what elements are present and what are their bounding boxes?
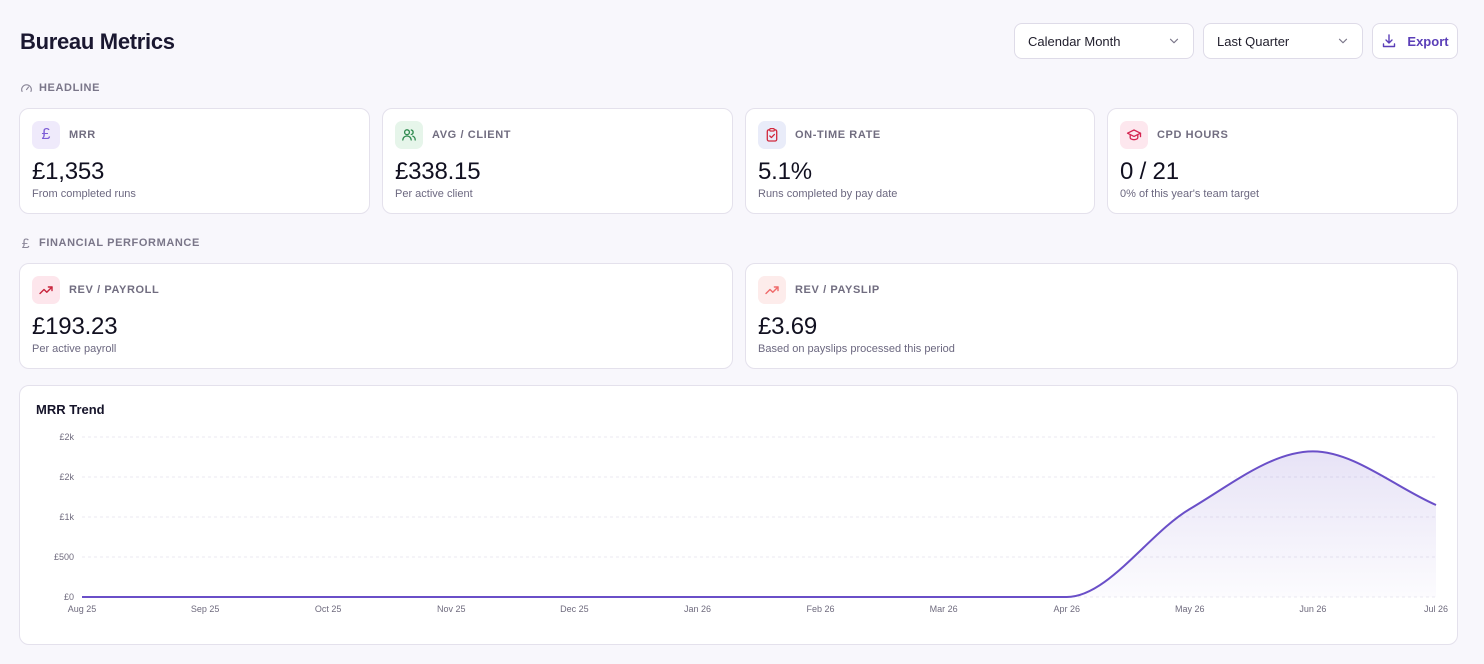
metric-subtext: 0% of this year's team target: [1120, 188, 1260, 200]
users-icon: [395, 121, 423, 149]
metric-card-cpd-hours: CPD HOURS 0 / 21 0% of this year's team …: [1107, 108, 1458, 214]
metric-label: REV / PAYROLL: [69, 284, 160, 296]
x-tick-label: Aug 25: [68, 604, 97, 614]
section-headline: HEADLINE: [19, 81, 100, 95]
range-select[interactable]: Last Quarter: [1203, 23, 1363, 59]
x-tick-label: Sep 25: [191, 604, 220, 614]
x-tick-label: May 26: [1175, 604, 1205, 614]
mrr-area: [82, 451, 1436, 597]
trending-up-icon: [32, 276, 60, 304]
export-button[interactable]: Export: [1372, 23, 1458, 59]
range-select-value: Last Quarter: [1217, 33, 1290, 49]
metric-subtext: Runs completed by pay date: [758, 188, 898, 200]
x-tick-label: Mar 26: [930, 604, 958, 614]
toolbar: Calendar Month Last Quarter Export: [1014, 23, 1458, 59]
y-tick-label: £1k: [59, 512, 74, 522]
metric-label: AVG / CLIENT: [432, 129, 512, 141]
y-tick-label: £500: [54, 552, 74, 562]
mrr-trend-card: MRR Trend £0 £500 £1k £2k £2k Aug 25 Sep 25 Oct…: [19, 385, 1458, 645]
metric-subtext: Based on payslips processed this period: [758, 343, 955, 355]
metric-label: CPD HOURS: [1157, 129, 1229, 141]
x-tick-label: Oct 25: [315, 604, 342, 614]
x-tick-label: Apr 26: [1053, 604, 1080, 614]
section-headline-label: HEADLINE: [39, 82, 101, 94]
metric-value: 0 / 21: [1120, 158, 1179, 185]
metric-card-rev-payroll: REV / PAYROLL £193.23 Per active payroll: [19, 263, 733, 369]
x-tick-label: Nov 25: [437, 604, 466, 614]
chevron-down-icon: [1169, 38, 1179, 44]
x-tick-label: Jan 26: [684, 604, 711, 614]
metric-card-mrr: £ MRR £1,353 From completed runs: [19, 108, 370, 214]
metric-value: £193.23: [32, 313, 118, 340]
period-select[interactable]: Calendar Month: [1014, 23, 1194, 59]
metric-subtext: From completed runs: [32, 188, 136, 200]
mrr-trend-chart: £0 £500 £1k £2k £2k Aug 25 Sep 25 Oct 25 Nov 25 D…: [54, 432, 1448, 614]
metric-card-rev-payslip: REV / PAYSLIP £3.69 Based on payslips pr…: [745, 263, 1458, 369]
chevron-down-icon: [1338, 38, 1348, 44]
y-tick-label: £2k: [59, 432, 74, 442]
y-tick-label: £2k: [59, 472, 74, 482]
x-tick-label: Jun 26: [1299, 604, 1326, 614]
pound-icon: £: [21, 235, 31, 251]
x-tick-label: Dec 25: [560, 604, 589, 614]
metric-value: £1,353: [32, 158, 105, 185]
section-financial-label: FINANCIAL PERFORMANCE: [39, 237, 200, 249]
gauge-icon: [19, 81, 33, 95]
metric-label: ON-TIME RATE: [795, 129, 881, 141]
clipboard-check-icon: [758, 121, 786, 149]
metric-value: 5.1%: [758, 158, 812, 185]
x-tick-label: Feb 26: [807, 604, 835, 614]
metric-label: MRR: [69, 129, 96, 141]
metric-subtext: Per active client: [395, 188, 473, 200]
metric-label: REV / PAYSLIP: [795, 284, 880, 296]
metric-value: £338.15: [395, 158, 481, 185]
download-icon: [1383, 34, 1396, 48]
page-title: Bureau Metrics: [20, 29, 175, 54]
y-tick-label: £0: [64, 592, 74, 602]
section-financial: £ FINANCIAL PERFORMANCE: [19, 235, 200, 251]
metric-card-on-time-rate: ON-TIME RATE 5.1% Runs completed by pay …: [745, 108, 1095, 214]
trending-up-icon: [758, 276, 786, 304]
graduation-cap-icon: [1120, 121, 1148, 149]
x-tick-label: Jul 26: [1424, 604, 1448, 614]
metric-subtext: Per active payroll: [32, 343, 117, 355]
period-select-value: Calendar Month: [1028, 33, 1121, 49]
metric-card-avg-client: AVG / CLIENT £338.15 Per active client: [382, 108, 733, 214]
export-label: Export: [1407, 33, 1449, 49]
metric-value: £3.69: [758, 313, 818, 340]
pound-icon: £: [32, 121, 60, 149]
